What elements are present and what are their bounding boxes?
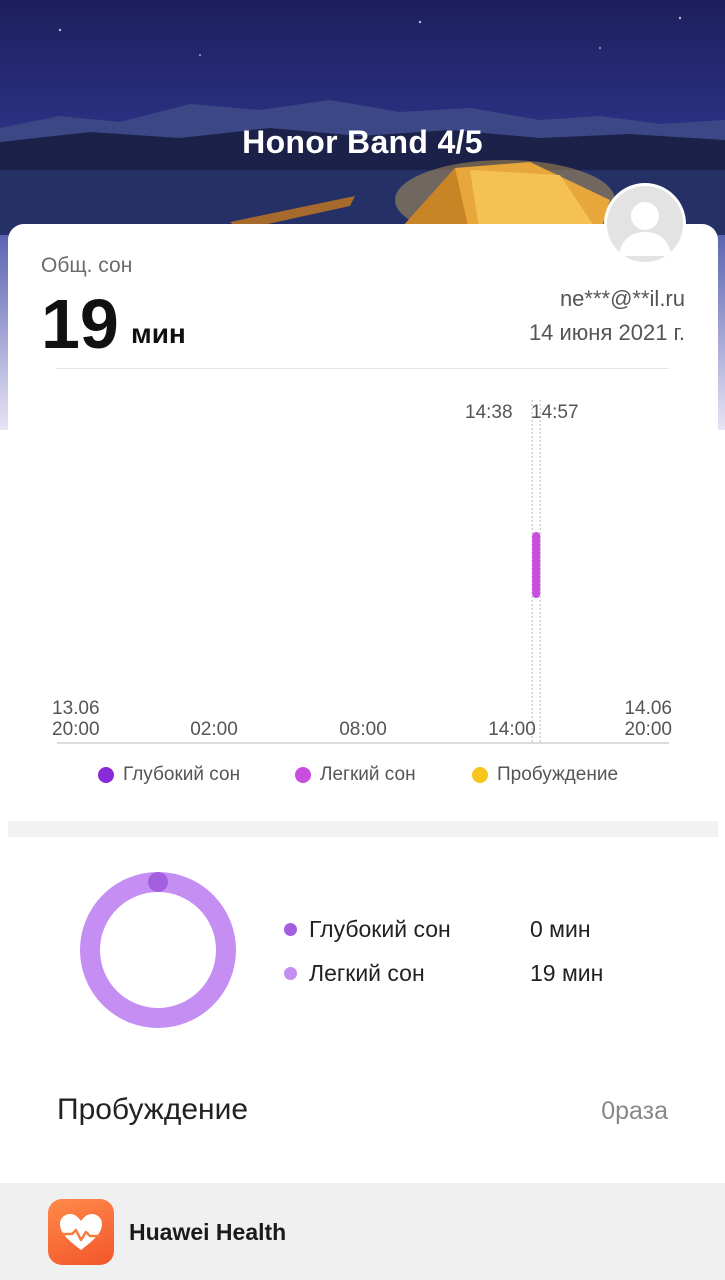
x-tick-0-date: 13.06 — [52, 698, 100, 719]
user-icon — [619, 202, 671, 256]
sleep-date: 14 июня 2021 г. — [528, 320, 685, 345]
legend-deep-dot — [98, 767, 114, 783]
breakdown-light-label: Легкий сон — [309, 959, 425, 986]
legend-light-dot — [295, 767, 311, 783]
breakdown-deep-row: Глубокий сон — [284, 914, 451, 944]
x-tick-4-date: 14.06 — [624, 698, 672, 719]
end-time-marker: 14:57 — [531, 402, 579, 423]
x-tick-4: 14.06 20:00 — [612, 698, 672, 740]
start-time-marker: 14:38 — [465, 402, 513, 423]
breakdown-light-row: Легкий сон — [284, 958, 425, 988]
avatar[interactable] — [604, 183, 686, 265]
app-footer[interactable]: Huawei Health — [0, 1183, 725, 1280]
breakdown-deep-label: Глубокий сон — [309, 915, 451, 942]
x-tick-3: 14:00 — [488, 719, 536, 740]
donut-light-segment — [80, 872, 236, 1028]
x-tick-2: 08:00 — [339, 719, 387, 740]
total-sleep-label: Общ. сон — [41, 254, 133, 277]
legend-awake-label: Пробуждение — [497, 764, 619, 785]
divider — [56, 368, 669, 369]
section-separator — [8, 821, 718, 837]
chart-legend: Глубокий сон Легкий сон Пробуждение — [0, 764, 725, 788]
legend-deep-sleep: Глубокий сон — [98, 764, 240, 786]
x-tick-0: 13.06 20:00 — [52, 698, 112, 740]
sleep-timeline-chart: 14:38 14:57 13.06 20:00 02:00 08:00 14:0… — [0, 380, 725, 760]
wake-count: 0раза — [601, 1097, 668, 1125]
x-tick-4-time: 20:00 — [624, 719, 672, 740]
x-tick-0-time: 20:00 — [52, 719, 100, 740]
wake-label: Пробуждение — [57, 1093, 249, 1126]
account-email: ne***@**il.ru — [559, 286, 685, 311]
total-sleep-value: 19 — [41, 285, 119, 363]
legend-awake-dot — [472, 767, 488, 783]
legend-light-label: Легкий сон — [320, 764, 416, 785]
donut-deep-marker — [148, 872, 168, 892]
app-name: Huawei Health — [129, 1219, 287, 1245]
device-title: Honor Band 4/5 — [242, 124, 483, 160]
huawei-health-icon — [48, 1199, 114, 1265]
legend-light-sleep: Легкий сон — [295, 764, 416, 786]
legend-deep-label: Глубокий сон — [123, 764, 241, 785]
breakdown-deep-dot — [284, 922, 297, 936]
breakdown-light-value: 19 мин — [530, 960, 604, 986]
heart-icon — [60, 1214, 102, 1250]
total-sleep-unit: мин — [131, 318, 186, 349]
legend-awake: Пробуждение — [472, 764, 618, 786]
breakdown-deep-value: 0 мин — [530, 916, 591, 942]
sleep-breakdown-donut — [80, 872, 236, 1028]
breakdown-light-dot — [284, 966, 297, 980]
sleep-segment-0[interactable] — [532, 532, 541, 598]
x-tick-1: 02:00 — [190, 719, 238, 740]
